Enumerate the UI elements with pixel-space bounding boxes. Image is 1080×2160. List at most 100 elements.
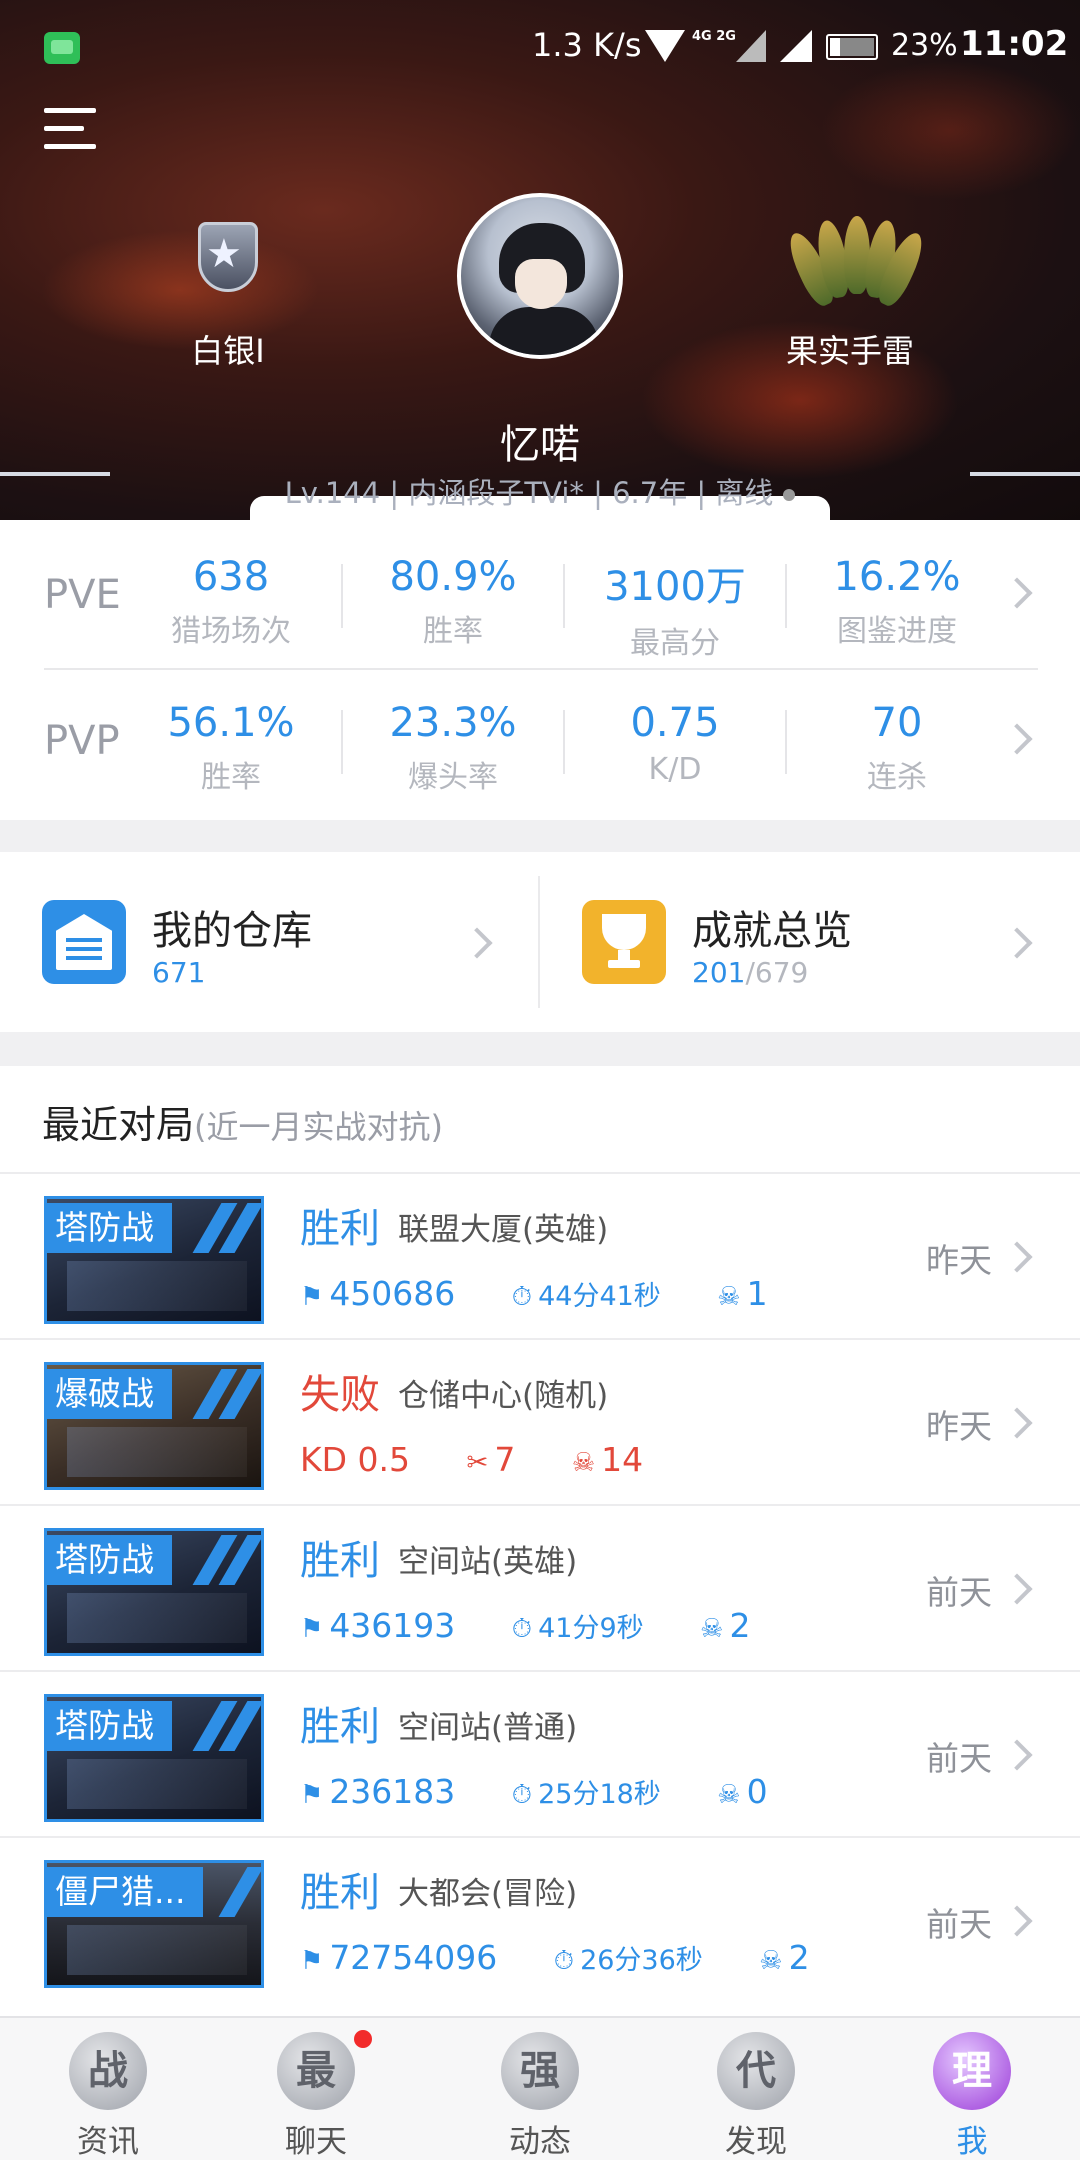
warehouse-title: 我的仓库 [152,908,312,954]
pvp-stat: 56.1% 胜率 [120,700,342,796]
signal-icon [736,30,766,62]
avatar[interactable] [457,193,623,359]
match-date: 昨天 [926,1241,992,1280]
medal-icon: ⚑ [300,1282,324,1312]
chevron-right-icon [1001,1573,1033,1605]
trophy-icon [582,900,666,984]
skull-icon: ☠ [717,1780,741,1810]
stat-value: 56.1% [167,700,295,746]
rank-label: 白银I [191,332,265,370]
news-icon: 战 [69,2032,147,2110]
tab-discover[interactable]: 代 发现 [648,2018,864,2160]
stat-label: 胜率 [201,760,261,795]
timer-icon: ⏱ [511,1282,533,1312]
offline-dot [783,489,796,501]
pvp-label: PVP [44,718,120,764]
match-result: 胜利 [300,1704,380,1750]
chevron-right-icon [1001,1905,1033,1937]
chevron-right-icon [461,927,493,959]
skull-icon: ☠ [717,1282,741,1312]
discover-icon: 代 [717,2032,795,2110]
medal-icon: ⚑ [300,1614,324,1644]
pvp-stat: 23.3% 爆头率 [342,700,564,796]
signal-icon [780,30,812,62]
tab-news[interactable]: 战 资讯 [0,2018,216,2160]
chevron-right-icon [1001,1739,1033,1771]
rank-icon: ★ [182,212,274,304]
achievement-link[interactable]: 成就总览 201/679 [540,852,1080,1032]
rank-badge[interactable]: ★ 白银I [168,212,288,372]
warehouse-icon [42,900,126,984]
stat-label: 图鉴进度 [837,614,957,649]
quick-links: 我的仓库 671 成就总览 201/679 [0,852,1080,1032]
match-date: 前天 [926,1739,992,1778]
tab-chat[interactable]: 最 聊天 [208,2018,424,2160]
feed-icon: 强 [501,2032,579,2110]
me-icon: 理 [933,2032,1011,2110]
pve-label: PVE [44,572,121,618]
pvp-stats-row[interactable]: PVP 56.1% 胜率 23.3% 爆头率 0.75 K/D 70 连杀 [0,670,1080,818]
chat-icon: 最 [277,2032,355,2110]
tab-label: 动态 [509,2124,571,2160]
pve-stat: 3100万 最高分 [564,554,786,662]
tab-label: 发现 [725,2124,787,2160]
lte-indicator: 4G 2G [692,29,736,44]
match-map: 空间站(英雄) [398,1544,578,1580]
match-row[interactable]: 塔防战 胜利 空间站(英雄) ⚑ 436193 ⏱ 41分9秒 ☠ 2 前天 [0,1506,1080,1672]
match-stats: ⚑ 72754096 ⏱ 26分36秒 ☠ 2 [300,1938,810,1977]
mode-tag: 塔防战 [47,1535,172,1585]
menu-button[interactable] [44,106,96,150]
unread-dot [354,2030,372,2048]
medal-icon: ⚑ [300,1780,324,1810]
skull-icon: ☠ [759,1946,783,1976]
tab-label: 资讯 [77,2124,139,2160]
timer-icon: ⏱ [511,1614,533,1644]
match-row[interactable]: 塔防战 胜利 联盟大厦(英雄) ⚑ 450686 ⏱ 44分41秒 ☠ 1 昨天 [0,1174,1080,1340]
weapon-label: 果实手雷 [785,332,914,370]
match-row[interactable]: 塔防战 胜利 空间站(普通) ⚑ 236183 ⏱ 25分18秒 ☠ 0 前天 [0,1672,1080,1838]
achievement-title: 成就总览 [692,908,852,954]
pve-stats-row[interactable]: PVE 638 猎场场次 80.9% 胜率 3100万 最高分 16.2% 图鉴… [0,520,1080,668]
stat-value: 80.9% [389,554,517,600]
match-thumbnail: 僵尸猎... [44,1860,264,1988]
match-date: 前天 [926,1905,992,1944]
chevron-right-icon [1001,1241,1033,1273]
nickname: 忆喏 [500,422,580,468]
tab-me[interactable]: 理 我 [864,2018,1080,2160]
profile-header: 1.3 K/s 4G 2G 23% 11:02 ★ 白银I 果实手雷 忆喏 Lv… [0,0,1080,525]
pve-stat: 80.9% 胜率 [342,554,564,650]
match-thumbnail: 塔防战 [44,1196,264,1324]
mode-tag: 僵尸猎... [47,1867,204,1917]
mode-tag: 塔防战 [47,1203,172,1253]
match-result: 胜利 [300,1206,380,1252]
tab-feed[interactable]: 强 动态 [432,2018,648,2160]
match-row[interactable]: 爆破战 失败 仓储中心(随机) KD 0.5 ✂ 7 ☠ 14 昨天 [0,1340,1080,1506]
skull-icon: ☠ [700,1614,724,1644]
recent-matches: 最近对局(近一月实战对抗) 塔防战 胜利 联盟大厦(英雄) ⚑ 450686 ⏱ 4… [0,1066,1080,2016]
stat-label: 猎场场次 [171,614,291,649]
match-stats: ⚑ 450686 ⏱ 44分41秒 ☠ 1 [300,1274,768,1313]
chevron-right-icon [1001,927,1033,959]
warehouse-count: 671 [152,956,206,989]
stat-value: 70 [871,700,923,746]
match-thumbnail: 爆破战 [44,1362,264,1490]
battery-percent: 23% [891,28,958,63]
match-result: 胜利 [300,1538,380,1584]
match-date: 前天 [926,1573,992,1612]
mode-tag: 塔防战 [47,1701,172,1751]
match-result: 失败 [300,1372,380,1418]
match-map: 大都会(冒险) [398,1876,578,1912]
weapon-badge[interactable]: 果实手雷 [780,212,930,372]
warehouse-link[interactable]: 我的仓库 671 [0,852,540,1032]
profile-meta-text: Lv.144 | 内涵段子TVi* | 6.7年 | 离线 [284,476,774,510]
section-title: 最近对局(近一月实战对抗) [42,1103,443,1147]
pvp-stat: 0.75 K/D [564,700,786,787]
achievement-count: 201/679 [692,956,809,989]
gun-icon: ✂ [466,1448,489,1478]
stat-label: 爆头率 [408,760,498,795]
match-result: 胜利 [300,1870,380,1916]
stat-value: 638 [192,554,270,600]
match-row[interactable]: 僵尸猎... 胜利 大都会(冒险) ⚑ 72754096 ⏱ 26分36秒 ☠ 2 前… [0,1838,1080,2004]
stat-value: 16.2% [833,554,961,600]
pvp-stat: 70 连杀 [786,700,1008,796]
